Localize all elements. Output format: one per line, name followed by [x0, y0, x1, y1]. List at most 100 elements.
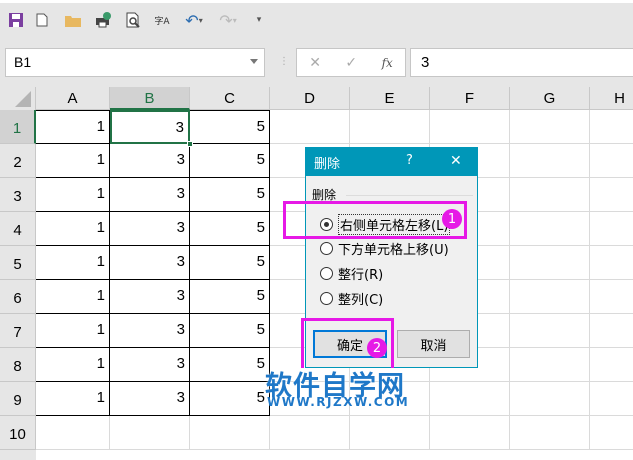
cell-B1[interactable]: 3	[110, 110, 190, 144]
option-entire-row[interactable]: 整行(R)	[320, 264, 383, 283]
cell-F9[interactable]	[430, 382, 510, 416]
cell-H4[interactable]	[590, 212, 633, 246]
print-preview-button[interactable]	[122, 8, 144, 32]
column-header-A[interactable]: A	[36, 87, 110, 110]
select-all-button[interactable]	[0, 87, 36, 110]
row-header-6[interactable]: 6	[0, 280, 36, 314]
cell-H2[interactable]	[590, 144, 633, 178]
column-header-G[interactable]: G	[510, 87, 590, 110]
radio[interactable]	[320, 242, 333, 255]
chevron-down-icon[interactable]	[250, 59, 258, 64]
save-button[interactable]	[6, 8, 26, 32]
cell-H10[interactable]	[590, 416, 633, 450]
cell-A2[interactable]: 1	[36, 144, 110, 178]
enter-icon[interactable]: ✓	[345, 55, 357, 71]
cell-C3[interactable]: 5	[190, 178, 270, 212]
cell-C4[interactable]: 5	[190, 212, 270, 246]
row-header-2[interactable]: 2	[0, 144, 36, 178]
cell-B5[interactable]: 3	[110, 246, 190, 280]
cell-G7[interactable]	[510, 314, 590, 348]
cell-C1[interactable]: 5	[190, 110, 270, 144]
row-header-7[interactable]: 7	[0, 314, 36, 348]
customize-toolbar-button[interactable]: ▾	[252, 8, 266, 32]
cell-G6[interactable]	[510, 280, 590, 314]
cell-H7[interactable]	[590, 314, 633, 348]
radio[interactable]	[320, 267, 333, 280]
cell-H6[interactable]	[590, 280, 633, 314]
option-entire-column[interactable]: 整列(C)	[320, 289, 383, 308]
cell-B2[interactable]: 3	[110, 144, 190, 178]
cell-H1[interactable]	[590, 110, 633, 144]
cell-G9[interactable]	[510, 382, 590, 416]
close-button[interactable]: ✕	[450, 153, 462, 169]
help-button[interactable]: ?	[406, 153, 413, 168]
cell-D1[interactable]	[270, 110, 350, 144]
cell-H5[interactable]	[590, 246, 633, 280]
cell-B7[interactable]: 3	[110, 314, 190, 348]
cell-C6[interactable]: 5	[190, 280, 270, 314]
cancel-icon[interactable]: ✕	[309, 55, 321, 71]
cell-E10[interactable]	[350, 416, 430, 450]
row-header-8[interactable]: 8	[0, 348, 36, 382]
column-header-E[interactable]: E	[350, 87, 430, 110]
row-header-5[interactable]: 5	[0, 246, 36, 280]
cell-B8[interactable]: 3	[110, 348, 190, 382]
column-header-F[interactable]: F	[430, 87, 510, 110]
function-icon[interactable]: fx	[382, 56, 393, 70]
cell-F10[interactable]	[430, 416, 510, 450]
cell-A8[interactable]: 1	[36, 348, 110, 382]
cell-F1[interactable]	[430, 110, 510, 144]
radio[interactable]	[320, 292, 333, 305]
cell-C7[interactable]: 5	[190, 314, 270, 348]
cell-C5[interactable]: 5	[190, 246, 270, 280]
cell-B4[interactable]: 3	[110, 212, 190, 246]
cell-G10[interactable]	[510, 416, 590, 450]
formula-bar-grip[interactable]: ⋮	[279, 56, 289, 67]
cell-A10[interactable]	[36, 416, 110, 450]
column-header-C[interactable]: C	[190, 87, 270, 110]
cell-B3[interactable]: 3	[110, 178, 190, 212]
cancel-button[interactable]: 取消	[397, 330, 470, 358]
cell-G3[interactable]	[510, 178, 590, 212]
cell-C8[interactable]: 5	[190, 348, 270, 382]
row-header-4[interactable]: 4	[0, 212, 36, 246]
cell-B9[interactable]: 3	[110, 382, 190, 416]
cell-G4[interactable]	[510, 212, 590, 246]
cell-D10[interactable]	[270, 416, 350, 450]
cell-E1[interactable]	[350, 110, 430, 144]
cell-G1[interactable]	[510, 110, 590, 144]
cell-G5[interactable]	[510, 246, 590, 280]
row-header-3[interactable]: 3	[0, 178, 36, 212]
cell-H8[interactable]	[590, 348, 633, 382]
name-box[interactable]: B1	[5, 48, 265, 77]
cell-G2[interactable]	[510, 144, 590, 178]
cell-A7[interactable]: 1	[36, 314, 110, 348]
column-header-H[interactable]: H	[590, 87, 633, 110]
cell-C9[interactable]: 5	[190, 382, 270, 416]
print-button[interactable]	[92, 8, 114, 32]
column-header-B[interactable]: B	[110, 87, 190, 110]
cell-C10[interactable]	[190, 416, 270, 450]
cell-A5[interactable]: 1	[36, 246, 110, 280]
formula-input[interactable]: 3	[410, 48, 633, 77]
cell-A1[interactable]: 1	[36, 110, 110, 144]
cell-B10[interactable]	[110, 416, 190, 450]
cell-H3[interactable]	[590, 178, 633, 212]
cell-C2[interactable]: 5	[190, 144, 270, 178]
row-header-1[interactable]: 1	[0, 110, 36, 144]
undo-button[interactable]: ↶ ▾	[180, 8, 208, 32]
open-button[interactable]	[62, 8, 84, 32]
cell-G8[interactable]	[510, 348, 590, 382]
redo-button[interactable]: ↷ ▾	[214, 8, 242, 32]
fill-handle[interactable]	[187, 141, 193, 147]
cell-A3[interactable]: 1	[36, 178, 110, 212]
option-shift-up[interactable]: 下方单元格上移(U)	[320, 239, 449, 258]
cell-A9[interactable]: 1	[36, 382, 110, 416]
new-button[interactable]	[32, 8, 52, 32]
cell-B6[interactable]: 3	[110, 280, 190, 314]
cell-A4[interactable]: 1	[36, 212, 110, 246]
cell-H9[interactable]	[590, 382, 633, 416]
row-header-10[interactable]: 10	[0, 416, 36, 450]
row-header-9[interactable]: 9	[0, 382, 36, 416]
cell-A6[interactable]: 1	[36, 280, 110, 314]
